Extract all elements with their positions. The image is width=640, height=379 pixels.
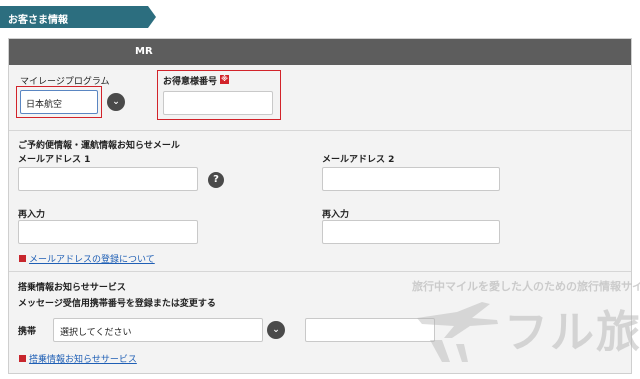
question-icon: ? xyxy=(213,174,219,185)
divider xyxy=(9,130,631,131)
member-number-label: お得意様番号 xyxy=(163,77,218,87)
email1-reenter-label: 再入力 xyxy=(18,210,46,220)
boarding-service-title: 搭乗情報お知らせサービス xyxy=(18,283,126,293)
notification-email-title: ご予約便情報・運航情報お知らせメール xyxy=(18,141,180,151)
email2-input[interactable] xyxy=(322,167,500,191)
boarding-service-subtitle: メッセージ受信用携帯番号を登録または変更する xyxy=(18,299,216,309)
member-number-input[interactable] xyxy=(163,91,273,115)
mileage-program-value: 日本航空 xyxy=(26,100,63,110)
email1-label: メールアドレス 1 xyxy=(18,155,91,165)
mobile-carrier-select[interactable]: 選択してください xyxy=(53,318,263,342)
member-name: MR xyxy=(135,46,153,57)
email1-reenter-input[interactable] xyxy=(18,220,198,244)
mileage-program-dropdown-button[interactable]: ⌄ xyxy=(107,93,125,111)
link-arrow-icon xyxy=(19,255,26,262)
help-button[interactable]: ? xyxy=(208,172,224,188)
link-arrow-icon xyxy=(19,355,26,362)
chevron-down-icon: ⌄ xyxy=(272,325,280,335)
mobile-label: 携帯 xyxy=(18,327,37,337)
section-header: お客さま情報 xyxy=(0,6,156,28)
divider xyxy=(9,271,631,272)
email2-label: メールアドレス 2 xyxy=(322,155,395,165)
chevron-down-icon: ⌄ xyxy=(112,97,120,107)
email2-reenter-label: 再入力 xyxy=(322,210,350,220)
mobile-carrier-value: 選択してください xyxy=(60,328,132,338)
boarding-service-link[interactable]: 搭乗情報お知らせサービス xyxy=(29,352,137,365)
email1-input[interactable] xyxy=(18,167,198,191)
mobile-number-input[interactable] xyxy=(305,318,435,342)
email2-reenter-input[interactable] xyxy=(322,220,500,244)
section-title: お客さま情報 xyxy=(8,15,68,26)
email-registration-link[interactable]: メールアドレスの登録について xyxy=(29,252,155,265)
mileage-program-select[interactable]: 日本航空 xyxy=(20,90,98,114)
customer-info-panel: MR マイレージプログラム 日本航空 ⌄ お得意様番号 ※ ご予約便情報・運航情… xyxy=(8,38,632,374)
required-badge: ※ xyxy=(220,75,229,84)
member-name-bar: MR xyxy=(9,39,631,65)
mobile-carrier-dropdown-button[interactable]: ⌄ xyxy=(267,321,285,339)
